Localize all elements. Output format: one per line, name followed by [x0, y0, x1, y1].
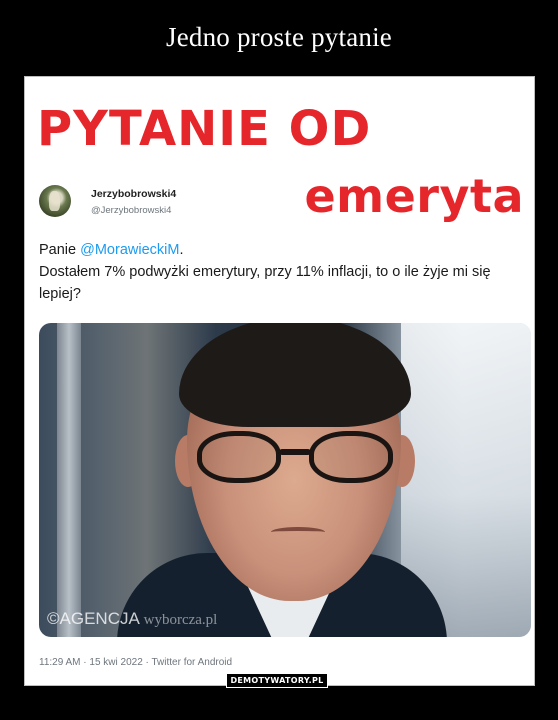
tweet-text-after-mention: . — [179, 242, 184, 258]
portrait-photo[interactable]: ©AGENCJA wyborcza.pl — [39, 323, 531, 637]
user-avatar[interactable] — [39, 185, 71, 217]
meme-frame: PYTANIE OD Jerzybobrowski4 @Jerzybobrows… — [24, 76, 535, 686]
photo-glasses-bridge — [279, 449, 311, 455]
tweet-text-body: Dostałem 7% podwyżki emerytury, przy 11%… — [39, 264, 491, 302]
tweet-text-prefix: Panie — [39, 242, 81, 258]
site-badge[interactable]: DEMOTYWATORY.PL — [226, 673, 328, 688]
photo-background-pillar — [57, 323, 81, 637]
photo-glasses-lens-right — [309, 431, 393, 483]
photo-hair — [179, 323, 411, 427]
photo-mouth — [271, 527, 325, 537]
photo-glasses-lens-left — [197, 431, 281, 483]
headline-line-2: emeryta — [304, 169, 524, 223]
photo-glasses — [197, 431, 393, 483]
mention-link[interactable]: @MorawieckiM — [80, 242, 179, 258]
tweet-meta: 11:29 AM · 15 kwi 2022 · Twitter for And… — [39, 657, 233, 668]
photo-watermark-light: wyborcza.pl — [143, 612, 218, 628]
photo-watermark-main: ©AGENCJA — [47, 609, 139, 628]
tweet-text: Panie @MorawieckiM. Dostałem 7% podwyżki… — [39, 239, 529, 305]
user-handle[interactable]: @Jerzybobrowski4 — [91, 205, 171, 216]
user-name[interactable]: Jerzybobrowski4 — [91, 188, 176, 200]
poster-title: Jedno proste pytanie — [166, 22, 392, 52]
photo-watermark: ©AGENCJA wyborcza.pl — [47, 609, 217, 629]
headline-line-1: PYTANIE OD — [37, 101, 372, 157]
